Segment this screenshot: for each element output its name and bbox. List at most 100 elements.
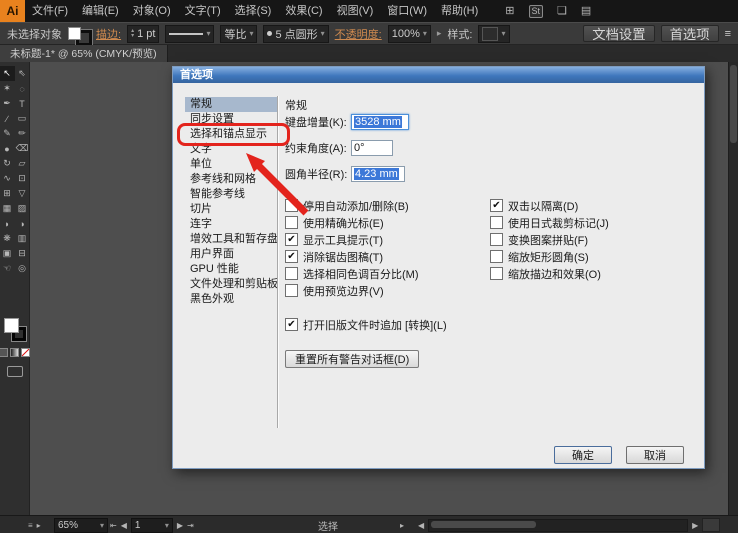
color-button[interactable]	[0, 348, 8, 357]
slice-tool[interactable]: ⊟	[15, 246, 30, 261]
checkbox-row[interactable]: ✔ 打开旧版文件时追加 [转换](L)	[285, 316, 447, 333]
hand-tool[interactable]: ☜	[0, 261, 15, 276]
field-input[interactable]: 4.23 mm	[351, 165, 405, 182]
gradient-button[interactable]	[10, 348, 19, 357]
previous-artboard-icon[interactable]: ◀	[121, 521, 127, 530]
menu-item[interactable]: 编辑(E)	[75, 0, 126, 22]
menu-item[interactable]: 视图(V)	[330, 0, 381, 22]
vertical-scrollbar[interactable]	[728, 62, 738, 515]
checkbox-row[interactable]: 使用日式裁剪标记(J)	[490, 214, 609, 231]
pref-category-item[interactable]: 切片	[185, 202, 277, 217]
screen-mode-button[interactable]	[6, 366, 23, 377]
dropdown-arrow-icon[interactable]: ▾	[100, 521, 104, 530]
magic-wand-tool[interactable]: ✶	[0, 81, 15, 96]
pref-category-item[interactable]: 常规	[185, 97, 277, 112]
dropdown-arrow-icon[interactable]: ▾	[423, 29, 427, 38]
next-artboard-icon[interactable]: ▶	[177, 521, 183, 530]
checkbox-row[interactable]: 缩放矩形圆角(S)	[490, 248, 609, 265]
last-artboard-icon[interactable]: ⇥	[187, 521, 194, 530]
gradient-tool[interactable]: ▨	[15, 201, 30, 216]
checkbox[interactable]	[285, 267, 298, 280]
stroke-weight-stepper[interactable]: ▴ ▾ 1 pt	[127, 24, 160, 43]
width-profile-select[interactable]: 等比 ▾	[220, 24, 258, 43]
fill-stroke-swatches[interactable]	[68, 25, 92, 46]
type-tool[interactable]: T	[15, 96, 30, 111]
resize-grip[interactable]	[702, 518, 721, 532]
menu-item[interactable]: 效果(C)	[278, 0, 329, 22]
vertical-scrollbar-thumb[interactable]	[730, 65, 737, 143]
pen-tool[interactable]: ✒	[0, 96, 15, 111]
dropdown-arrow-icon[interactable]: ▾	[249, 29, 253, 38]
pref-category-item[interactable]: 同步设置	[185, 112, 277, 127]
checkbox[interactable]	[285, 284, 298, 297]
horizontal-scrollbar-thumb[interactable]	[431, 520, 537, 528]
checkbox-row[interactable]: 变换图案拼贴(F)	[490, 231, 609, 248]
checkbox-row[interactable]: ✔ 消除锯齿图稿(T)	[285, 248, 447, 265]
panels-icon[interactable]: ❏	[557, 0, 567, 22]
checkbox[interactable]	[490, 233, 503, 246]
blob-brush-tool[interactable]: ●	[0, 141, 15, 156]
dropdown-arrow-icon[interactable]: ▾	[206, 29, 210, 38]
checkbox[interactable]	[490, 267, 503, 280]
checkbox[interactable]	[285, 216, 298, 229]
style-select[interactable]: ▾	[478, 24, 510, 43]
opacity-select[interactable]: 100% ▾	[387, 24, 431, 43]
adobe-stock-icon[interactable]: St	[528, 4, 544, 18]
dropdown-arrow-icon[interactable]: ▾	[165, 521, 169, 530]
free-transform-tool[interactable]: ⊡	[15, 171, 30, 186]
line-segment-tool[interactable]: ∕	[0, 111, 15, 126]
blend-tool[interactable]: ◑	[15, 216, 30, 231]
none-button[interactable]	[21, 348, 30, 357]
ok-button[interactable]: 确定	[554, 446, 612, 464]
rectangle-tool[interactable]: ▭	[15, 111, 30, 126]
stroke-panel-link[interactable]: 描边:	[96, 26, 121, 42]
brush-definition-select[interactable]: 5 点圆形 ▾	[263, 24, 329, 43]
pref-category-item[interactable]: 选择和锚点显示	[177, 123, 290, 146]
dropdown-arrow-icon[interactable]: ▾	[501, 29, 505, 38]
checkbox-row[interactable]: 使用预览边界(V)	[285, 282, 447, 299]
pref-category-item[interactable]: 用户界面	[185, 247, 277, 262]
arrange-documents-icon[interactable]: ⊞	[505, 0, 514, 22]
zoom-select[interactable]: 65% ▾	[54, 517, 108, 533]
eraser-tool[interactable]: ⌫	[15, 141, 30, 156]
menu-item[interactable]: 对象(O)	[126, 0, 178, 22]
checkbox-row[interactable]: 停用自动添加/删除(B)	[285, 197, 447, 214]
dropdown-arrow-icon[interactable]: ▾	[321, 29, 325, 38]
checkbox[interactable]	[285, 199, 298, 212]
pref-category-item[interactable]: GPU 性能	[185, 262, 277, 277]
dialog-titlebar[interactable]: 首选项	[173, 67, 704, 83]
pencil-tool[interactable]: ✏	[15, 126, 30, 141]
cancel-button[interactable]: 取消	[626, 446, 684, 464]
pref-category-item[interactable]: 黑色外观	[185, 292, 277, 307]
rotate-tool[interactable]: ↻	[0, 156, 15, 171]
pref-category-item[interactable]: 文字	[185, 142, 277, 157]
workspace-switcher-icon[interactable]: ▤	[581, 0, 591, 22]
width-tool[interactable]: ∿	[0, 171, 15, 186]
pref-category-item[interactable]: 连字	[185, 217, 277, 232]
scale-tool[interactable]: ▱	[15, 156, 30, 171]
scroll-left-icon[interactable]: ◀	[418, 521, 424, 530]
stepper-arrows-icon[interactable]: ▴ ▾	[131, 28, 134, 39]
menu-item[interactable]: 选择(S)	[228, 0, 279, 22]
checkbox[interactable]	[490, 250, 503, 263]
panel-menu-icon[interactable]: ≡	[725, 23, 731, 45]
fill-stroke-control[interactable]	[3, 318, 26, 341]
fill-color-swatch[interactable]	[3, 318, 19, 333]
checkbox[interactable]: ✔	[285, 233, 298, 246]
checkbox[interactable]: ✔	[490, 199, 503, 212]
document-tab[interactable]: 未标题-1* @ 65% (CMYK/预览)	[0, 45, 168, 62]
field-input[interactable]: 0°	[351, 139, 393, 156]
panel-menu-icon[interactable]: ≡	[28, 521, 33, 530]
checkbox[interactable]: ✔	[285, 250, 298, 263]
menu-item[interactable]: 窗口(W)	[380, 0, 434, 22]
artboard-tool[interactable]: ▣	[0, 246, 15, 261]
reset-warnings-button[interactable]: 重置所有警告对话框(D)	[285, 350, 420, 368]
stroke-variable-width-select[interactable]: ▾	[165, 24, 215, 43]
artboard-number-select[interactable]: 1 ▾	[130, 517, 173, 533]
mesh-tool[interactable]: ▦	[0, 201, 15, 216]
pref-category-item[interactable]: 单位	[185, 157, 277, 172]
paintbrush-tool[interactable]: ✎	[0, 126, 15, 141]
perspective-grid-tool[interactable]: ▽	[15, 186, 30, 201]
menu-item[interactable]: 文字(T)	[178, 0, 228, 22]
checkbox-row[interactable]: 选择相同色调百分比(M)	[285, 265, 447, 282]
